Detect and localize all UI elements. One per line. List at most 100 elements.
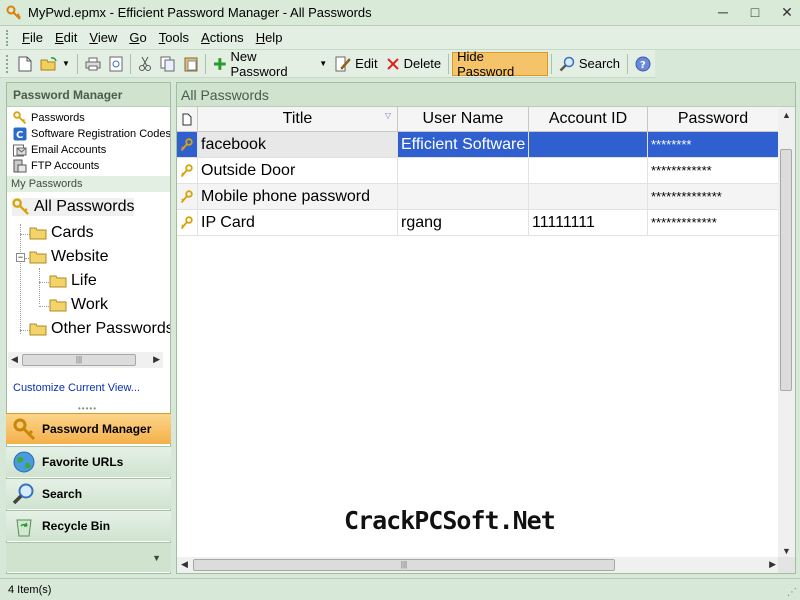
cell-account-id[interactable] (529, 184, 648, 209)
scroll-down-arrow[interactable]: ▼ (782, 546, 791, 556)
print-button[interactable] (81, 52, 105, 76)
hide-password-button[interactable]: Hide Password (452, 49, 548, 79)
tree-label: All Passwords (34, 198, 135, 215)
category-email-accounts[interactable]: Email Accounts (13, 142, 170, 158)
tree-label: Life (71, 272, 97, 289)
chevron-down-icon[interactable]: ▼ (319, 59, 327, 68)
tree-item-all-passwords[interactable]: All Passwords (12, 198, 135, 216)
scroll-right-arrow[interactable]: ▶ (153, 354, 160, 365)
left-panel-header: Password Manager (7, 83, 170, 107)
column-user-label: User Name (422, 110, 504, 127)
open-file-button[interactable]: ▼ (36, 52, 74, 76)
paste-button[interactable] (180, 52, 202, 76)
my-passwords-label: My Passwords (7, 176, 170, 192)
key-icon (13, 111, 27, 125)
edit-button[interactable]: Edit (331, 52, 381, 76)
new-file-icon (18, 56, 32, 71)
nav-search[interactable]: Search (6, 478, 171, 509)
tree-collapse-toggle[interactable]: − (16, 253, 25, 262)
tree-line (20, 224, 21, 334)
status-item-count: 4 Item(s) (8, 583, 52, 596)
cell-title[interactable]: IP Card (198, 210, 398, 235)
cell-user-name[interactable]: Efficient Software (398, 132, 529, 157)
menu-file[interactable]: File (16, 30, 49, 45)
scroll-left-arrow[interactable]: ◀ (181, 559, 188, 570)
pencil-icon (335, 56, 351, 71)
nav-favorite-urls[interactable]: Favorite URLs (6, 446, 171, 477)
scroll-right-arrow[interactable]: ▶ (769, 559, 776, 570)
scroll-up-arrow[interactable]: ▲ (782, 110, 791, 120)
document-icon (182, 113, 192, 125)
cell-title[interactable]: facebook (198, 132, 398, 157)
category-ftp-accounts[interactable]: FTP Accounts (13, 158, 170, 174)
resize-grip-icon[interactable]: ⋰ (787, 587, 797, 598)
column-header-icon[interactable] (177, 107, 198, 131)
cell-account-id[interactable]: 11111111 (529, 210, 648, 235)
tree-item-other-passwords[interactable]: Other Passwords (29, 320, 170, 338)
cell-account-id[interactable] (529, 158, 648, 183)
cut-button[interactable] (134, 52, 156, 76)
cell-user-name[interactable]: rgang (398, 210, 529, 235)
table-row[interactable]: facebook Efficient Software ******** (177, 132, 779, 158)
cell-password[interactable]: ************** (648, 184, 779, 209)
nav-recycle-bin[interactable]: Recycle Bin (6, 510, 171, 541)
menu-help[interactable]: Help (250, 30, 289, 45)
menu-go[interactable]: Go (123, 30, 152, 45)
menu-actions[interactable]: Actions (195, 30, 250, 45)
grid-horizontal-scrollbar[interactable]: ◀ ||| ▶ (177, 557, 780, 573)
search-button[interactable]: Search (555, 52, 624, 76)
app-key-icon (6, 5, 21, 20)
menu-view[interactable]: View (83, 30, 123, 45)
tree-horizontal-scrollbar[interactable]: ◀ ||| ▶ (8, 352, 163, 368)
help-button[interactable]: ? (631, 52, 655, 76)
tree-item-life[interactable]: Life (49, 272, 97, 290)
customize-view-link[interactable]: Customize Current View... (13, 382, 140, 394)
nav-password-manager[interactable]: Password Manager (6, 413, 171, 444)
menu-edit[interactable]: Edit (49, 30, 83, 45)
table-row[interactable]: IP Card rgang 11111111 ************* (177, 210, 779, 236)
print-preview-button[interactable] (105, 52, 127, 76)
tree-item-website[interactable]: Website (29, 248, 109, 266)
cell-password[interactable]: ************ (648, 158, 779, 183)
main-panel: All Passwords Title ▽ User Name Account … (176, 82, 796, 574)
toolbar-separator (448, 53, 450, 74)
category-passwords[interactable]: Passwords (13, 110, 170, 126)
new-password-button[interactable]: New Password ▼ (209, 49, 331, 79)
delete-button[interactable]: Delete (382, 52, 446, 76)
cell-account-id[interactable] (529, 132, 648, 157)
column-header-password[interactable]: Password (648, 107, 779, 131)
scroll-left-arrow[interactable]: ◀ (11, 354, 18, 365)
cell-user-name[interactable] (398, 184, 529, 209)
cell-title[interactable]: Outside Door (198, 158, 398, 183)
scroll-thumb[interactable] (780, 149, 792, 391)
new-file-button[interactable] (14, 52, 36, 76)
grid-vertical-scrollbar[interactable]: ▲ ▼ (778, 107, 795, 559)
toolbar-separator (129, 53, 131, 74)
tree-item-cards[interactable]: Cards (29, 224, 94, 242)
folder-icon (29, 323, 47, 336)
cell-password[interactable]: ************* (648, 210, 779, 235)
column-header-account-id[interactable]: Account ID (529, 107, 648, 131)
table-row[interactable]: Mobile phone password ************** (177, 184, 779, 210)
close-button[interactable]: ✕ (778, 3, 796, 21)
row-key-icon (177, 184, 198, 209)
scroll-thumb[interactable]: ||| (22, 354, 136, 366)
cell-user-name[interactable] (398, 158, 529, 183)
cell-password[interactable]: ******** (648, 132, 779, 157)
chevron-down-icon[interactable]: ▼ (62, 59, 70, 68)
cell-title[interactable]: Mobile phone password (198, 184, 398, 209)
maximize-button[interactable]: □ (746, 3, 764, 21)
menu-tools[interactable]: Tools (153, 30, 195, 45)
panel-splitter[interactable]: ••••• (78, 404, 97, 413)
copy-button[interactable] (156, 52, 180, 76)
nav-label: Recycle Bin (42, 519, 111, 533)
scroll-thumb[interactable]: ||| (193, 559, 615, 571)
chevron-down-icon[interactable]: ▼ (152, 553, 161, 563)
column-header-title[interactable]: Title ▽ (198, 107, 398, 131)
tree-item-work[interactable]: Work (49, 296, 108, 314)
table-row[interactable]: Outside Door ************ (177, 158, 779, 184)
column-header-user-name[interactable]: User Name (398, 107, 529, 131)
tree-line (39, 306, 49, 307)
category-software-registration[interactable]: C Software Registration Codes (13, 126, 170, 142)
minimize-button[interactable]: ─ (714, 3, 732, 21)
